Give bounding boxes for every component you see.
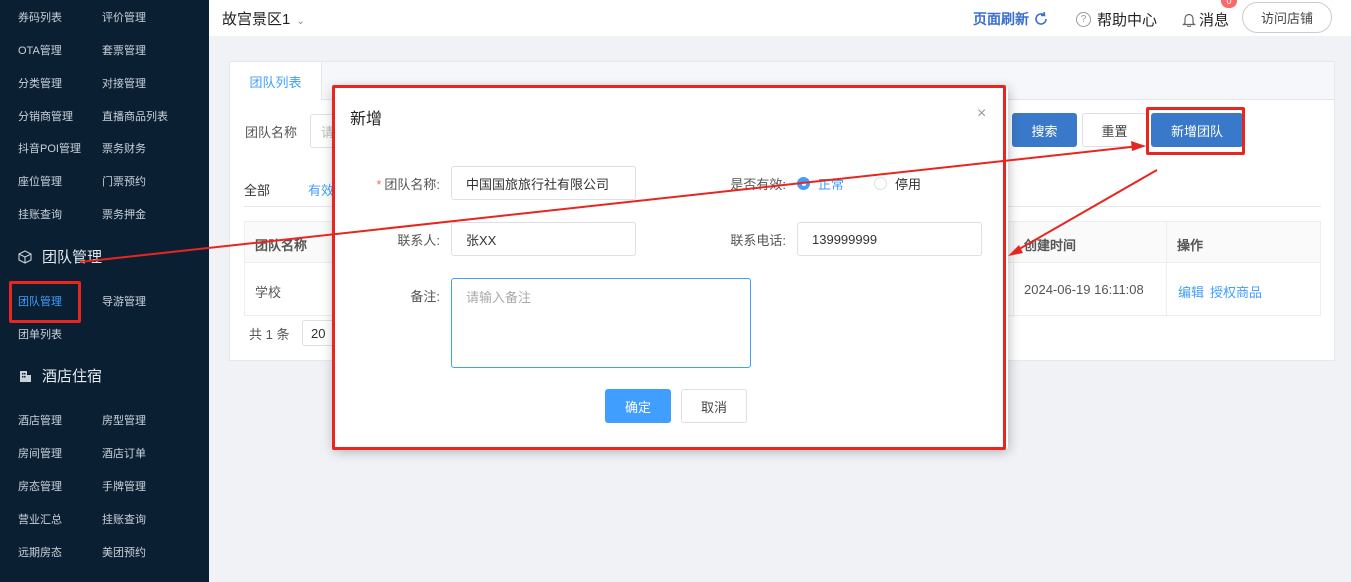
help-label: 帮助中心 (1097, 12, 1158, 29)
column-header-name: 团队名称 (255, 238, 308, 253)
sidebar-item[interactable]: 美团预约 (102, 544, 146, 560)
sidebar-item[interactable]: 分销商管理 (18, 108, 73, 124)
search-button[interactable]: 搜索 (1012, 113, 1077, 147)
tab-team-list[interactable]: 团队列表 (230, 62, 322, 100)
visit-store-button[interactable]: 访问店铺 (1242, 2, 1332, 33)
sidebar-item[interactable]: 挂账查询 (18, 206, 62, 222)
column-header-ops: 操作 (1177, 238, 1204, 253)
cube-icon (18, 249, 32, 264)
question-icon: ? (1076, 12, 1091, 27)
filter-label: 团队名称 (245, 125, 298, 140)
edit-link[interactable]: 编辑 (1178, 282, 1204, 301)
messages-label: 消息 (1199, 12, 1230, 29)
refresh-icon (1035, 11, 1047, 25)
sidebar-item[interactable]: 远期房态 (18, 544, 62, 560)
sidebar-item[interactable]: 房型管理 (102, 412, 146, 428)
sidebar-item[interactable]: 套票管理 (102, 42, 146, 58)
bell-icon (1182, 13, 1196, 27)
sidebar-item[interactable]: 房态管理 (18, 478, 62, 494)
refresh-label: 页面刷新 (973, 11, 1029, 27)
sidebar-item[interactable]: 票务财务 (102, 140, 146, 156)
chevron-down-icon: ⌄ (296, 16, 305, 27)
column-divider (1013, 222, 1014, 317)
annotation-box-dialog (332, 85, 1006, 450)
sidebar-item[interactable]: 券码列表 (18, 9, 62, 25)
sidebar-item[interactable]: 挂账查询 (102, 511, 146, 527)
grant-products-link[interactable]: 授权商品 (1210, 282, 1262, 301)
subtab-valid[interactable]: 有效 (308, 180, 334, 199)
sidebar-item[interactable]: 座位管理 (18, 173, 62, 189)
sidebar-item[interactable]: 酒店管理 (18, 412, 62, 428)
refresh-button[interactable]: 页面刷新 (973, 9, 1049, 29)
total-count: 共 1 条 (249, 327, 290, 342)
page-size-select[interactable]: 20 (302, 320, 336, 346)
sidebar-section-label: 团队管理 (42, 249, 103, 266)
sidebar-item[interactable]: 酒店订单 (102, 445, 146, 461)
sidebar-section-hotel[interactable]: 酒店住宿 (18, 365, 102, 386)
sidebar-item[interactable]: 分类管理 (18, 75, 62, 91)
scenic-name: 故宫景区1 (222, 11, 291, 28)
column-divider (1166, 222, 1167, 317)
sidebar-section-label: 酒店住宿 (42, 368, 103, 385)
sidebar-item[interactable]: OTA管理 (18, 42, 62, 58)
sidebar-item[interactable]: 对接管理 (102, 75, 146, 91)
sidebar-item[interactable]: 直播商品列表 (102, 108, 168, 124)
sidebar-item-guide-manage[interactable]: 导游管理 (102, 293, 146, 309)
annotation-box-sidebar (9, 281, 81, 323)
column-header-created: 创建时间 (1024, 238, 1077, 253)
sidebar-item[interactable]: 票务押金 (102, 206, 146, 222)
top-header: 故宫景区1 ⌄ 页面刷新 ? 帮助中心 消息 0 访问店铺 (209, 0, 1351, 36)
sidebar-item[interactable]: 门票预约 (102, 173, 146, 189)
sidebar-item[interactable]: 评价管理 (102, 9, 146, 25)
scenic-selector[interactable]: 故宫景区1 ⌄ (222, 8, 305, 29)
subtab-all[interactable]: 全部 (244, 180, 270, 199)
reset-button[interactable]: 重置 (1082, 113, 1147, 147)
messages-link[interactable]: 消息 (1182, 9, 1229, 30)
sidebar-item[interactable]: 抖音POI管理 (18, 140, 81, 156)
annotation-box-add-button (1146, 107, 1245, 155)
sidebar-item-team-orders[interactable]: 团单列表 (18, 326, 62, 342)
sidebar-item[interactable]: 房间管理 (18, 445, 62, 461)
sidebar-item[interactable]: 手牌管理 (102, 478, 146, 494)
sidebar-item[interactable]: 营业汇总 (18, 511, 62, 527)
sidebar-section-team[interactable]: 团队管理 (18, 246, 102, 267)
cell-team-name: 学校 (255, 285, 282, 300)
building-icon (20, 370, 31, 382)
message-count-badge: 0 (1221, 0, 1237, 8)
cell-created-time: 2024-06-19 16:11:08 (1024, 282, 1144, 297)
help-center-link[interactable]: ? 帮助中心 (1076, 9, 1157, 30)
